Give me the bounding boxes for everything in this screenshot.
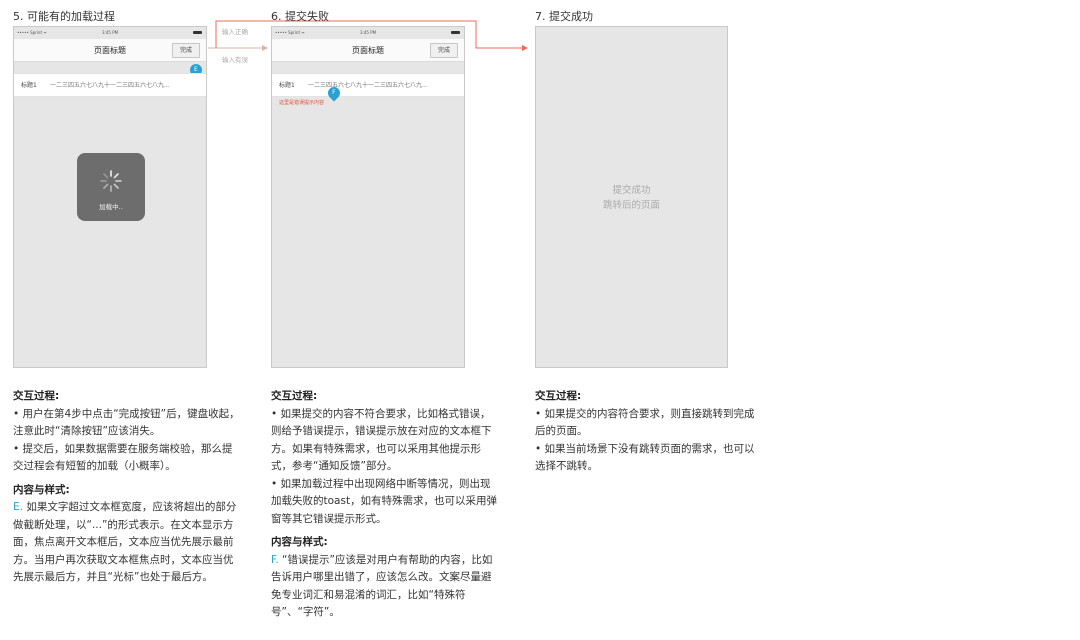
success-line-1: 提交成功	[612, 185, 651, 196]
style-letter: E.	[13, 501, 23, 513]
done-button[interactable]: 完成	[430, 43, 458, 58]
phone-mockup-success: 提交成功 跳转后的页面	[535, 26, 728, 368]
note-item: • 用户在第4步中点击“完成按钮”后，键盘收起，注意此时“清除按钮”应该消失。	[13, 407, 240, 438]
error-tip: 这里是错误提示内容	[279, 100, 325, 106]
note-item: • 如果提交的内容符合要求，则直接跳转到完成后的页面。	[535, 407, 755, 438]
style-letter: F.	[271, 553, 279, 566]
notes-loading: 交互过程: • 用户在第4步中点击“完成按钮”后，键盘收起，注意此时“清除按钮”…	[13, 388, 243, 587]
notes-failure: 交互过程: • 如果提交的内容不符合要求，比如格式错误，则给予错误提示，错误提示…	[271, 388, 501, 622]
battery-icon	[451, 31, 460, 34]
notes-success: 交互过程: • 如果提交的内容符合要求，则直接跳转到完成后的页面。 • 如果当前…	[535, 388, 765, 476]
note-item: • 提交后，如果数据需要在服务端校验，那么提交过程会有短暂的加载（小概率）。	[13, 442, 233, 473]
success-line-2: 跳转后的页面	[602, 200, 660, 211]
status-bar: ••••• Sprint ᯤ 3:45 PM	[272, 27, 464, 39]
loading-label: 加载中..	[99, 203, 123, 211]
spinner-icon	[100, 170, 122, 192]
row-label: 标题1	[279, 82, 295, 89]
phone-mockup-failure: ••••• Sprint ᯤ 3:45 PM 页面标题 完成 标题1 一二三四五…	[271, 26, 465, 368]
section-title-success: 7. 提交成功	[535, 10, 593, 23]
note-item: • 如果加载过程中出现网络中断等情况，则出现加载失败的toast，如有特殊需求，…	[271, 477, 498, 525]
interaction-heading: 交互过程:	[535, 390, 582, 402]
style-heading: 内容与样式:	[271, 536, 328, 548]
flow-label-wrong: 输入有误	[222, 56, 248, 64]
success-text: 提交成功 跳转后的页面	[536, 183, 727, 213]
style-text: 如果文字超过文本框宽度，应该将超出的部分做截断处理，以“...”的形式表示。在文…	[13, 501, 237, 583]
style-heading: 内容与样式:	[13, 483, 70, 496]
style-text: “错误提示”应该是对用户有帮助的内容，比如告诉用户哪里出错了，应该怎么改。文案尽…	[271, 553, 493, 619]
nav-bar: 页面标题 完成	[272, 39, 464, 62]
form-row[interactable]: 标题1 一二三四五六七八九十一二三四五六七八九...	[272, 73, 464, 97]
interaction-heading: 交互过程:	[271, 390, 318, 402]
note-item: • 如果当前场景下没有跳转页面的需求，也可以选择不跳转。	[535, 442, 755, 473]
style-note: F. “错误提示”应该是对用户有帮助的内容，比如告诉用户哪里出错了，应该怎么改。…	[271, 552, 501, 622]
interaction-heading: 交互过程:	[13, 390, 60, 402]
status-time: 3:45 PM	[359, 30, 377, 35]
style-note: E. 如果文字超过文本框宽度，应该将超出的部分做截断处理，以“...”的形式表示…	[13, 499, 243, 587]
loading-toast: 加载中..	[77, 153, 145, 221]
section-title-failure: 6. 提交失败	[271, 10, 329, 23]
flow-label-correct: 输入正确	[222, 28, 248, 36]
note-item: • 如果提交的内容不符合要求，比如格式错误，则给予错误提示，错误提示放在对应的文…	[271, 407, 492, 473]
